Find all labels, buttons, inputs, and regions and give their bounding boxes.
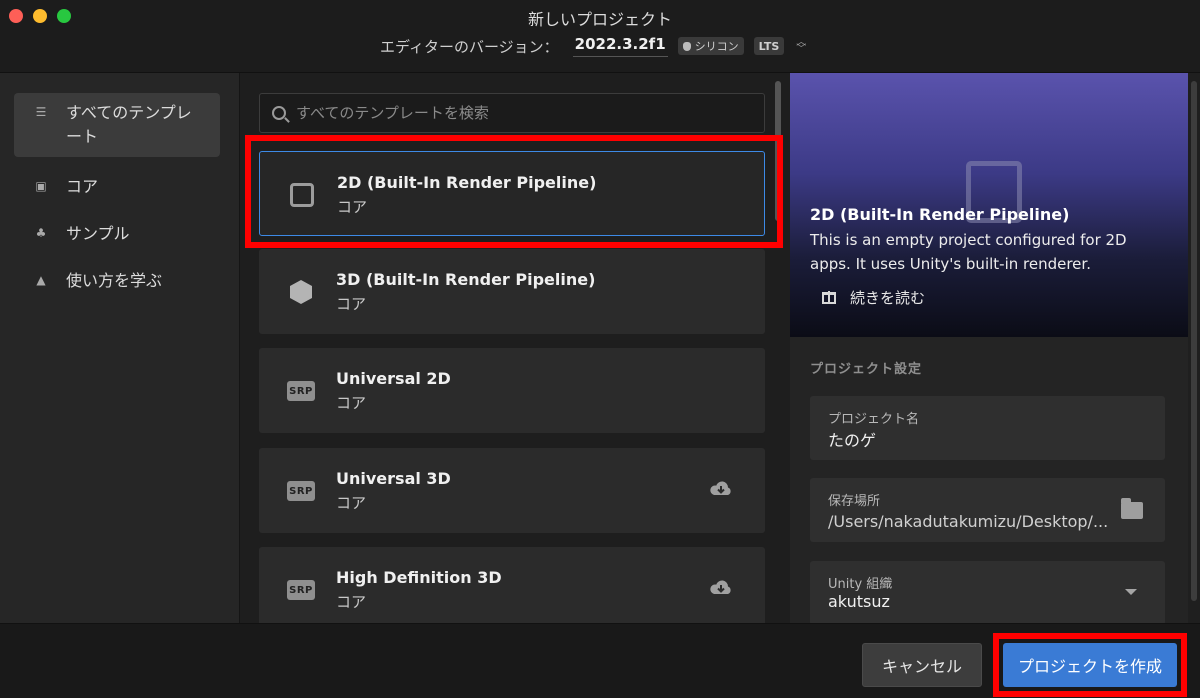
template-details-panel: 2D (Built-In Render Pipeline) This is an… — [790, 73, 1200, 623]
shapes-icon: ♣ — [35, 226, 47, 240]
srp-icon: SRP — [287, 478, 315, 504]
editor-version-select[interactable]: 2022.3.2f1 — [572, 35, 668, 57]
template-title: High Definition 3D — [336, 568, 502, 587]
location-field[interactable]: 保存場所 /Users/nakadutakumizu/Desktop/... — [810, 478, 1165, 542]
template-card-universal-2d[interactable]: SRP Universal 2D コア — [259, 348, 765, 433]
project-name-field[interactable]: プロジェクト名 たのゲ — [810, 396, 1165, 460]
template-category-sidebar: ☰ すべてのテンプレート ▣ コア ♣ サンプル ▲ 使い方を学ぶ — [0, 73, 240, 623]
template-search — [259, 93, 765, 133]
sidebar-item-label: 使い方を学ぶ — [66, 271, 163, 290]
template-category: コア — [336, 593, 367, 611]
sidebar-item-label: コア — [66, 177, 99, 196]
read-more-link[interactable]: 続きを読む — [822, 287, 925, 308]
3d-cube-icon — [287, 279, 315, 305]
template-card-universal-3d[interactable]: SRP Universal 3D コア — [259, 448, 765, 533]
details-scrollbar[interactable] — [1188, 73, 1200, 623]
cloud-download-icon[interactable] — [709, 480, 733, 498]
organization-field[interactable]: Unity 組織 akutsuz — [810, 561, 1165, 623]
preview-title: 2D (Built-In Render Pipeline) — [810, 205, 1070, 224]
sidebar-item-core[interactable]: ▣ コア — [14, 167, 220, 207]
template-title: Universal 3D — [336, 469, 451, 488]
location-label: 保存場所 — [828, 494, 881, 509]
project-settings-heading: プロジェクト設定 — [810, 362, 923, 377]
selected-template-highlight — [245, 135, 783, 248]
lts-badge: LTS — [753, 37, 785, 55]
organization-select[interactable]: akutsuz — [828, 592, 1113, 611]
template-preview: 2D (Built-In Render Pipeline) This is an… — [790, 73, 1188, 337]
sidebar-item-all-templates[interactable]: ☰ すべてのテンプレート — [14, 93, 220, 157]
cloud-download-icon[interactable] — [709, 579, 733, 597]
search-input[interactable] — [296, 104, 736, 122]
template-title: Universal 2D — [336, 369, 451, 388]
dropdown-caret-icon[interactable] — [1125, 589, 1137, 595]
srp-icon: SRP — [287, 378, 315, 404]
create-button-highlight — [993, 633, 1187, 697]
apple-icon — [682, 41, 691, 51]
preview-description: This is an empty project configured for … — [810, 231, 1127, 273]
graduation-cap-icon: ▲ — [36, 273, 46, 287]
template-category: コア — [336, 494, 367, 512]
folder-icon[interactable] — [1121, 498, 1143, 519]
editor-version-label: エディターのバージョン： — [380, 37, 559, 56]
project-name-label: プロジェクト名 — [828, 412, 920, 427]
sidebar-item-learn[interactable]: ▲ 使い方を学ぶ — [14, 261, 220, 301]
organization-label: Unity 組織 — [828, 577, 893, 592]
location-input[interactable]: /Users/nakadutakumizu/Desktop/... — [828, 512, 1113, 531]
template-category: コア — [336, 394, 367, 412]
template-title: 3D (Built-In Render Pipeline) — [336, 270, 596, 289]
version-updown-icon[interactable]: ︿ ﹀ — [796, 38, 806, 55]
template-card-3d-builtin[interactable]: 3D (Built-In Render Pipeline) コア — [259, 249, 765, 334]
search-icon — [272, 106, 286, 120]
square-icon: ▣ — [35, 179, 47, 193]
sidebar-item-label: すべてのテンプレート — [66, 103, 192, 146]
window-title: 新しいプロジェクト — [527, 10, 672, 29]
title-bar: 新しいプロジェクト エディターのバージョン： 2022.3.2f1 シリコン L… — [0, 0, 1200, 73]
silicon-badge: シリコン — [677, 37, 744, 55]
silicon-badge-label: シリコン — [694, 40, 739, 53]
sidebar-item-samples[interactable]: ♣ サンプル — [14, 214, 220, 254]
editor-version-row: エディターのバージョン： 2022.3.2f1 シリコン LTS ︿ ﹀ — [380, 34, 806, 58]
template-card-hd-3d[interactable]: SRP High Definition 3D コア — [259, 547, 765, 623]
template-category: コア — [336, 295, 367, 313]
read-more-label: 続きを読む — [850, 289, 926, 307]
project-name-input[interactable]: たのゲ — [828, 427, 1113, 451]
cancel-button[interactable]: キャンセル — [862, 643, 982, 687]
srp-icon: SRP — [287, 577, 315, 603]
book-icon — [822, 290, 836, 304]
sidebar-item-label: サンプル — [66, 224, 130, 243]
list-icon: ☰ — [35, 105, 47, 119]
